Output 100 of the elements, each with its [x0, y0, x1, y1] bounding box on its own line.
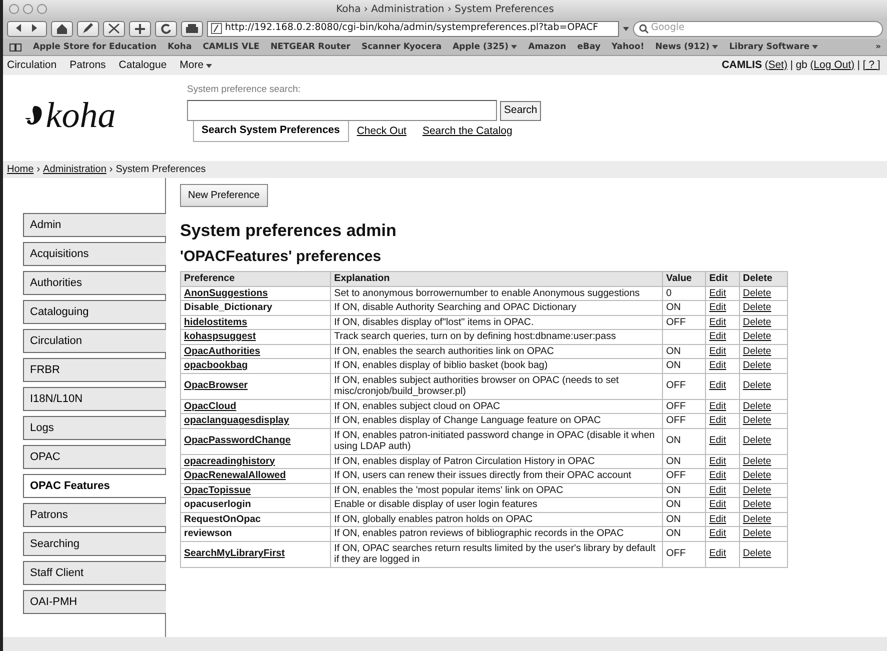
edit-link[interactable]: Edit — [706, 358, 740, 373]
edit-link[interactable]: Edit — [706, 512, 740, 526]
sidebar-tab[interactable]: I18N/L10N — [23, 387, 166, 411]
new-preference-button[interactable]: New Preference — [180, 184, 268, 207]
search-tab[interactable]: Search the Catalog — [414, 121, 520, 142]
bookmark-link[interactable]: eBay — [577, 40, 600, 54]
preference-link[interactable]: hidelostitems — [180, 315, 331, 330]
bookmark-link[interactable]: Apple (325) — [452, 40, 518, 54]
delete-link[interactable]: Delete — [739, 330, 788, 344]
preference-link[interactable]: kohaspsuggest — [180, 330, 331, 344]
delete-link[interactable]: Delete — [739, 286, 788, 300]
sidebar-tab[interactable]: Circulation — [23, 329, 166, 353]
delete-link[interactable]: Delete — [739, 300, 788, 315]
breadcrumb-link[interactable]: Home — [7, 162, 34, 177]
nav-link[interactable]: Circulation — [7, 58, 57, 74]
sidebar-tab[interactable]: Patrons — [23, 503, 166, 527]
edit-link[interactable]: Edit — [706, 428, 740, 454]
delete-link[interactable]: Delete — [739, 373, 788, 399]
search-button[interactable]: Search — [500, 100, 542, 120]
sidebar-tab[interactable]: OPAC Features — [23, 474, 166, 498]
preference-link[interactable]: OpacRenewalAllowed — [180, 468, 331, 483]
delete-link[interactable]: Delete — [739, 428, 788, 454]
delete-link[interactable]: Delete — [739, 468, 788, 483]
bookmark-link[interactable]: CAMLIS VLE — [202, 40, 260, 54]
delete-link[interactable]: Delete — [739, 541, 788, 567]
delete-link[interactable]: Delete — [739, 498, 788, 512]
bookmark-link[interactable]: News (912) — [655, 40, 718, 54]
delete-link[interactable]: Delete — [739, 526, 788, 541]
edit-link[interactable]: Edit — [706, 498, 740, 512]
nav-link[interactable]: Patrons — [70, 58, 106, 74]
delete-link[interactable]: Delete — [739, 315, 788, 330]
sidebar-tab[interactable]: Cataloguing — [23, 300, 166, 324]
edit-link[interactable]: Edit — [706, 468, 740, 483]
user-link[interactable]: (Log Out) — [810, 58, 854, 74]
delete-link[interactable]: Delete — [739, 399, 788, 414]
edit-link[interactable]: Edit — [706, 541, 740, 567]
preference-link[interactable]: OpacAuthorities — [180, 344, 331, 358]
edit-link[interactable]: Edit — [706, 454, 740, 468]
toolbar-button[interactable] — [77, 20, 99, 36]
delete-link[interactable]: Delete — [739, 512, 788, 526]
sidebar-tab[interactable]: Searching — [23, 532, 166, 556]
edit-link[interactable]: Edit — [706, 344, 740, 358]
breadcrumb-link[interactable]: Administration — [43, 162, 106, 177]
bookmark-link[interactable]: Yahoo! — [612, 40, 644, 54]
delete-link[interactable]: Delete — [739, 358, 788, 373]
toolbar-button[interactable] — [7, 20, 47, 36]
bookmark-link[interactable]: NETGEAR Router — [270, 40, 350, 54]
bookmark-link[interactable]: Library Software — [729, 40, 818, 54]
toolbar-button[interactable] — [181, 20, 203, 36]
explanation-cell: If ON, enables display of biblio basket (book bag) — [330, 358, 663, 373]
edit-link[interactable]: Edit — [706, 300, 740, 315]
user-link[interactable]: [ ? ] — [862, 58, 880, 74]
bookmark-link[interactable]: Scanner Kyocera — [361, 40, 442, 54]
toolbar-button[interactable] — [51, 20, 73, 36]
preference-link[interactable]: opacreadinghistory — [180, 454, 331, 468]
address-field[interactable]: http://192.168.0.2:8080/cgi-bin/koha/admin/systempreferences.pl?tab=OPACF — [207, 20, 619, 36]
nav-link[interactable]: Catalogue — [118, 58, 167, 74]
preference-link[interactable]: OpacTopissue — [180, 483, 331, 498]
edit-link[interactable]: Edit — [706, 330, 740, 344]
delete-link[interactable]: Delete — [739, 454, 788, 468]
toolbar-button[interactable] — [103, 20, 125, 36]
sidebar-tab[interactable]: Staff Client — [23, 561, 166, 585]
explanation-cell: If ON, enables subject cloud on OPAC — [330, 399, 663, 414]
search-tab[interactable]: Search System Preferences — [192, 121, 349, 142]
toolbar-button[interactable] — [155, 20, 177, 36]
bookmark-link[interactable]: Amazon — [528, 40, 566, 54]
book-icon[interactable] — [9, 42, 22, 52]
bookmark-link[interactable]: Apple Store for Education — [33, 40, 157, 54]
nav-link[interactable]: More — [180, 58, 212, 74]
overflow-button[interactable]: » — [876, 40, 881, 54]
dropdown-icon[interactable] — [623, 26, 629, 32]
preference-link[interactable]: OpacPasswordChange — [180, 428, 331, 454]
edit-link[interactable]: Edit — [706, 286, 740, 300]
edit-link[interactable]: Edit — [706, 373, 740, 399]
sidebar-tab[interactable]: FRBR — [23, 358, 166, 382]
sidebar-tab[interactable]: Admin — [23, 213, 166, 237]
preference-link[interactable]: opacbookbag — [180, 358, 331, 373]
edit-link[interactable]: Edit — [706, 483, 740, 498]
edit-link[interactable]: Edit — [706, 414, 740, 428]
preference-link[interactable]: OpacCloud — [180, 399, 331, 414]
sidebar-tab[interactable]: Acquisitions — [23, 242, 166, 266]
search-field[interactable] — [187, 100, 497, 121]
bookmark-link[interactable]: Koha — [168, 40, 192, 54]
sidebar-tab[interactable]: Logs — [23, 416, 166, 440]
preference-link[interactable]: opaclanguagesdisplay — [180, 414, 331, 428]
delete-link[interactable]: Delete — [739, 344, 788, 358]
delete-link[interactable]: Delete — [739, 483, 788, 498]
delete-link[interactable]: Delete — [739, 414, 788, 428]
search-tab[interactable]: Check Out — [348, 121, 414, 142]
sidebar-tab[interactable]: OAI-PMH — [23, 590, 166, 614]
sidebar-tab[interactable]: OPAC — [23, 445, 166, 469]
edit-link[interactable]: Edit — [706, 315, 740, 330]
preference-link[interactable]: OpacBrowser — [180, 373, 331, 399]
preference-link[interactable]: AnonSuggestions — [180, 286, 331, 300]
edit-link[interactable]: Edit — [706, 526, 740, 541]
edit-link[interactable]: Edit — [706, 399, 740, 414]
preference-link[interactable]: SearchMyLibraryFirst — [180, 541, 331, 567]
user-link[interactable]: (Set) — [764, 58, 788, 74]
sidebar-tab[interactable]: Authorities — [23, 271, 166, 295]
toolbar-button[interactable] — [129, 20, 151, 36]
